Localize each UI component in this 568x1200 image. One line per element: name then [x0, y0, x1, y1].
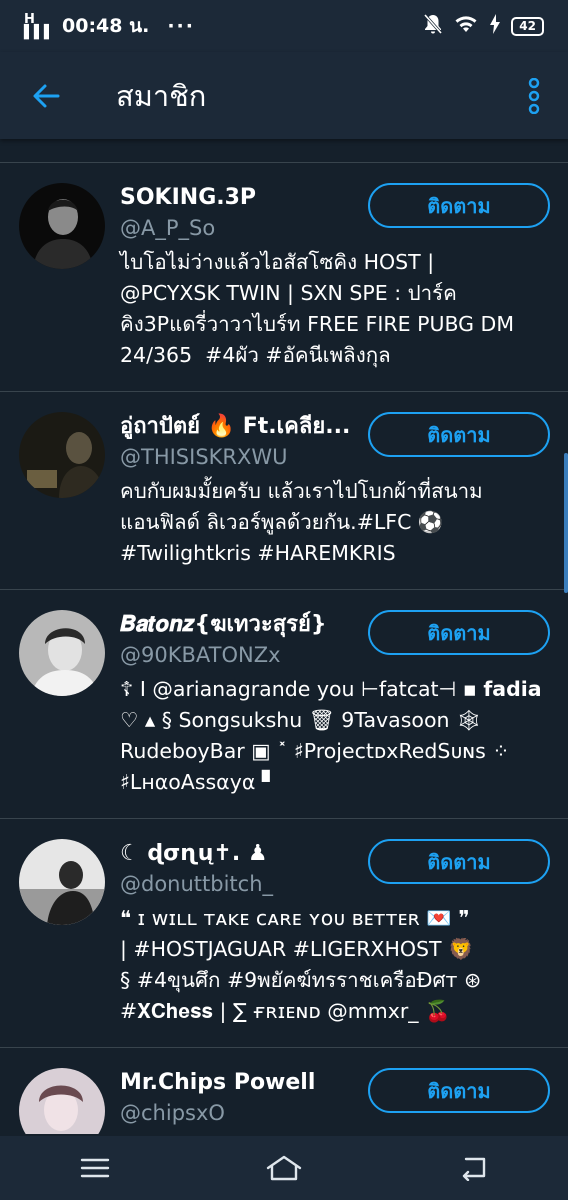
status-right: 42	[423, 13, 544, 40]
member-header: 𝑩𝒂𝒕𝒐𝒏𝒛{ฆเทวะสุรย์} @90KBATONZx ติดตาม	[120, 610, 550, 670]
user-handle[interactable]: @THISISKRXWU	[120, 442, 356, 472]
status-bar: H ▌▌▌ 00:48 น. ··· 42	[0, 0, 568, 52]
member-names: ☾ ɖσɳų✝. ♟ @donuttbitch_	[120, 839, 368, 899]
follow-button[interactable]: ติดตาม	[368, 183, 550, 228]
back-icon	[463, 1157, 486, 1181]
user-handle[interactable]: @chipsxO	[120, 1098, 356, 1128]
recent-apps-button[interactable]	[65, 1138, 125, 1198]
user-handle[interactable]: @donuttbitch_	[120, 869, 356, 899]
avatar[interactable]	[19, 1068, 105, 1134]
avatar[interactable]	[19, 839, 105, 925]
avatar[interactable]	[19, 183, 105, 269]
user-handle[interactable]: @90KBATONZx	[120, 640, 356, 670]
member-header: Mr.Chips Powell @chipsxO ติดตาม	[120, 1068, 550, 1128]
user-handle[interactable]: @A_P_So	[120, 213, 356, 243]
member-names: อู่ถาปัตย์ 🔥 Ft.เคลีย... @THISISKRXWU	[120, 412, 368, 472]
home-button[interactable]	[254, 1138, 314, 1198]
follow-button[interactable]: ติดตาม	[368, 839, 550, 884]
list-item[interactable]: อู่ถาปัตย์ 🔥 Ft.เคลีย... @THISISKRXWU ติ…	[0, 392, 568, 590]
follow-button[interactable]: ติดตาม	[368, 610, 550, 655]
avatar[interactable]	[19, 610, 105, 696]
member-list[interactable]: SOKING.3P @A_P_So ติดตาม ไบโอไม่ว่างแล้ว…	[0, 162, 568, 1134]
battery-level: 42	[511, 16, 544, 36]
status-left: H ▌▌▌ 00:48 น. ···	[24, 11, 195, 41]
more-vertical-icon	[528, 77, 540, 114]
back-nav-button[interactable]	[443, 1138, 503, 1198]
mute-bell-icon	[423, 13, 443, 40]
display-name[interactable]: 𝑩𝒂𝒕𝒐𝒏𝒛{ฆเทวะสุรย์}	[120, 610, 356, 640]
scrollbar[interactable]	[564, 453, 568, 593]
clock: 00:48 น.	[62, 15, 150, 37]
list-item[interactable]: SOKING.3P @A_P_So ติดตาม ไบโอไม่ว่างแล้ว…	[0, 163, 568, 392]
member-header: SOKING.3P @A_P_So ติดตาม	[120, 183, 550, 243]
app-bar: สมาชิก	[0, 52, 568, 139]
member-names: Mr.Chips Powell @chipsxO	[120, 1068, 368, 1128]
member-names: 𝑩𝒂𝒕𝒐𝒏𝒛{ฆเทวะสุรย์} @90KBATONZx	[120, 610, 368, 670]
list-item[interactable]: ☾ ɖσɳų✝. ♟ @donuttbitch_ ติดตาม ❝ ɪ ᴡɪʟʟ…	[0, 819, 568, 1048]
member-header: ☾ ɖσɳų✝. ♟ @donuttbitch_ ติดตาม	[120, 839, 550, 899]
wifi-icon	[453, 14, 479, 39]
signal-icon: H ▌▌▌	[24, 12, 54, 40]
display-name[interactable]: SOKING.3P	[120, 183, 356, 213]
home-icon	[266, 1155, 302, 1181]
display-name[interactable]: อู่ถาปัตย์ 🔥 Ft.เคลีย...	[120, 412, 356, 442]
charging-icon	[489, 13, 501, 39]
list-item[interactable]: 𝑩𝒂𝒕𝒐𝒏𝒛{ฆเทวะสุรย์} @90KBATONZx ติดตาม ☦ …	[0, 590, 568, 819]
page-title: สมาชิก	[116, 78, 207, 113]
arrow-left-icon	[33, 84, 60, 107]
notification-dots: ···	[167, 15, 195, 37]
list-item[interactable]: Mr.Chips Powell @chipsxO ติดตาม	[0, 1048, 568, 1134]
follow-button[interactable]: ติดตาม	[368, 412, 550, 457]
system-nav-bar	[0, 1136, 568, 1200]
follow-button[interactable]: ติดตาม	[368, 1068, 550, 1113]
member-names: SOKING.3P @A_P_So	[120, 183, 368, 243]
display-name[interactable]: ☾ ɖσɳų✝. ♟	[120, 839, 356, 869]
menu-icon	[80, 1158, 109, 1178]
member-header: อู่ถาปัตย์ 🔥 Ft.เคลีย... @THISISKRXWU ติ…	[120, 412, 550, 472]
member-bio: ❝ ɪ ᴡɪʟʟ ᴛᴀᴋᴇ ᴄᴀʀᴇ ʏᴏᴜ ʙᴇᴛᴛᴇʀ 💌 ❞ | #HOS…	[120, 906, 482, 1023]
more-options-button[interactable]	[522, 72, 546, 120]
member-bio: ไบโอไม่ว่างแล้วไอสัสโซคิง HOST | @PCYXSK…	[120, 250, 515, 367]
member-bio: ☦ I @arianagrande you ⊢fatcat⊣ ▪ 𝗳𝗮𝗱𝗶𝗮 ♡…	[120, 677, 542, 794]
back-button[interactable]	[22, 72, 70, 120]
member-bio: คบกับผมมั้ยครับ แล้วเราไปโบกผ้าที่สนาม แ…	[120, 479, 483, 565]
display-name[interactable]: Mr.Chips Powell	[120, 1068, 356, 1098]
avatar[interactable]	[19, 412, 105, 498]
